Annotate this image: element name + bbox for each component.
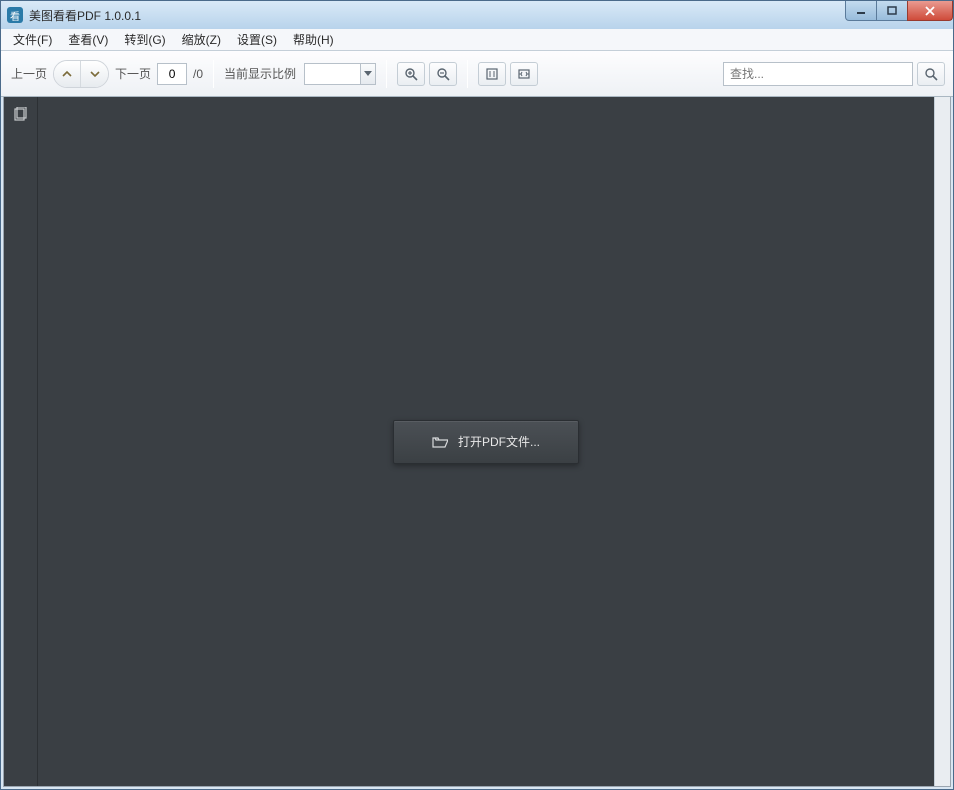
fit-page-button[interactable] <box>478 62 506 86</box>
chevron-up-icon <box>61 68 73 80</box>
zoom-combobox[interactable] <box>304 63 376 85</box>
close-icon <box>924 6 936 16</box>
search-input[interactable] <box>723 62 913 86</box>
side-panel <box>4 97 38 786</box>
menu-zoom[interactable]: 缩放(Z) <box>174 29 229 50</box>
menu-view[interactable]: 查看(V) <box>60 29 116 50</box>
zoom-dropdown-button[interactable] <box>360 63 376 85</box>
prev-page-label: 上一页 <box>11 65 47 82</box>
open-pdf-button[interactable]: 打开PDF文件... <box>393 420 579 464</box>
zoom-in-icon <box>404 67 418 81</box>
window-title: 美图看看PDF 1.0.0.1 <box>29 7 141 24</box>
zoom-input[interactable] <box>304 63 360 85</box>
menubar: 文件(F) 查看(V) 转到(G) 缩放(Z) 设置(S) 帮助(H) <box>1 29 953 51</box>
fit-width-icon <box>517 67 531 81</box>
maximize-icon <box>887 6 897 16</box>
app-window: 看 美图看看PDF 1.0.0.1 文件(F) 查看(V) 转到(G) 缩放(Z… <box>0 0 954 790</box>
prev-page-button[interactable] <box>54 61 81 87</box>
close-button[interactable] <box>907 1 953 21</box>
caret-down-icon <box>364 71 372 77</box>
page-total-label: /0 <box>193 67 203 81</box>
separator <box>386 60 387 88</box>
search-button[interactable] <box>917 62 945 86</box>
viewer-area: 打开PDF文件... <box>38 97 934 786</box>
content-area: 打开PDF文件... <box>3 97 951 787</box>
fit-width-button[interactable] <box>510 62 538 86</box>
minimize-button[interactable] <box>845 1 877 21</box>
next-page-label: 下一页 <box>115 65 151 82</box>
folder-open-icon <box>432 435 448 449</box>
separator <box>213 60 214 88</box>
chevron-down-icon <box>89 68 101 80</box>
menu-settings[interactable]: 设置(S) <box>229 29 285 50</box>
zoom-label: 当前显示比例 <box>224 65 296 82</box>
app-icon: 看 <box>7 7 23 23</box>
vertical-scrollbar[interactable] <box>934 97 950 786</box>
next-page-button[interactable] <box>81 61 108 87</box>
minimize-icon <box>856 6 866 16</box>
maximize-button[interactable] <box>876 1 908 21</box>
menu-goto[interactable]: 转到(G) <box>116 29 173 50</box>
zoom-out-icon <box>436 67 450 81</box>
toolbar: 上一页 下一页 /0 当前显示比例 <box>1 51 953 97</box>
fit-page-icon <box>485 67 499 81</box>
page-number-input[interactable] <box>157 63 187 85</box>
open-pdf-label: 打开PDF文件... <box>458 433 540 450</box>
thumbnails-button[interactable] <box>13 107 29 786</box>
zoom-out-button[interactable] <box>429 62 457 86</box>
separator <box>467 60 468 88</box>
thumbnails-icon <box>13 107 29 123</box>
titlebar[interactable]: 看 美图看看PDF 1.0.0.1 <box>1 1 953 29</box>
zoom-in-button[interactable] <box>397 62 425 86</box>
window-controls <box>846 1 953 21</box>
menu-help[interactable]: 帮助(H) <box>285 29 342 50</box>
page-nav-arrows <box>53 60 109 88</box>
menu-file[interactable]: 文件(F) <box>5 29 60 50</box>
search-icon <box>924 67 938 81</box>
